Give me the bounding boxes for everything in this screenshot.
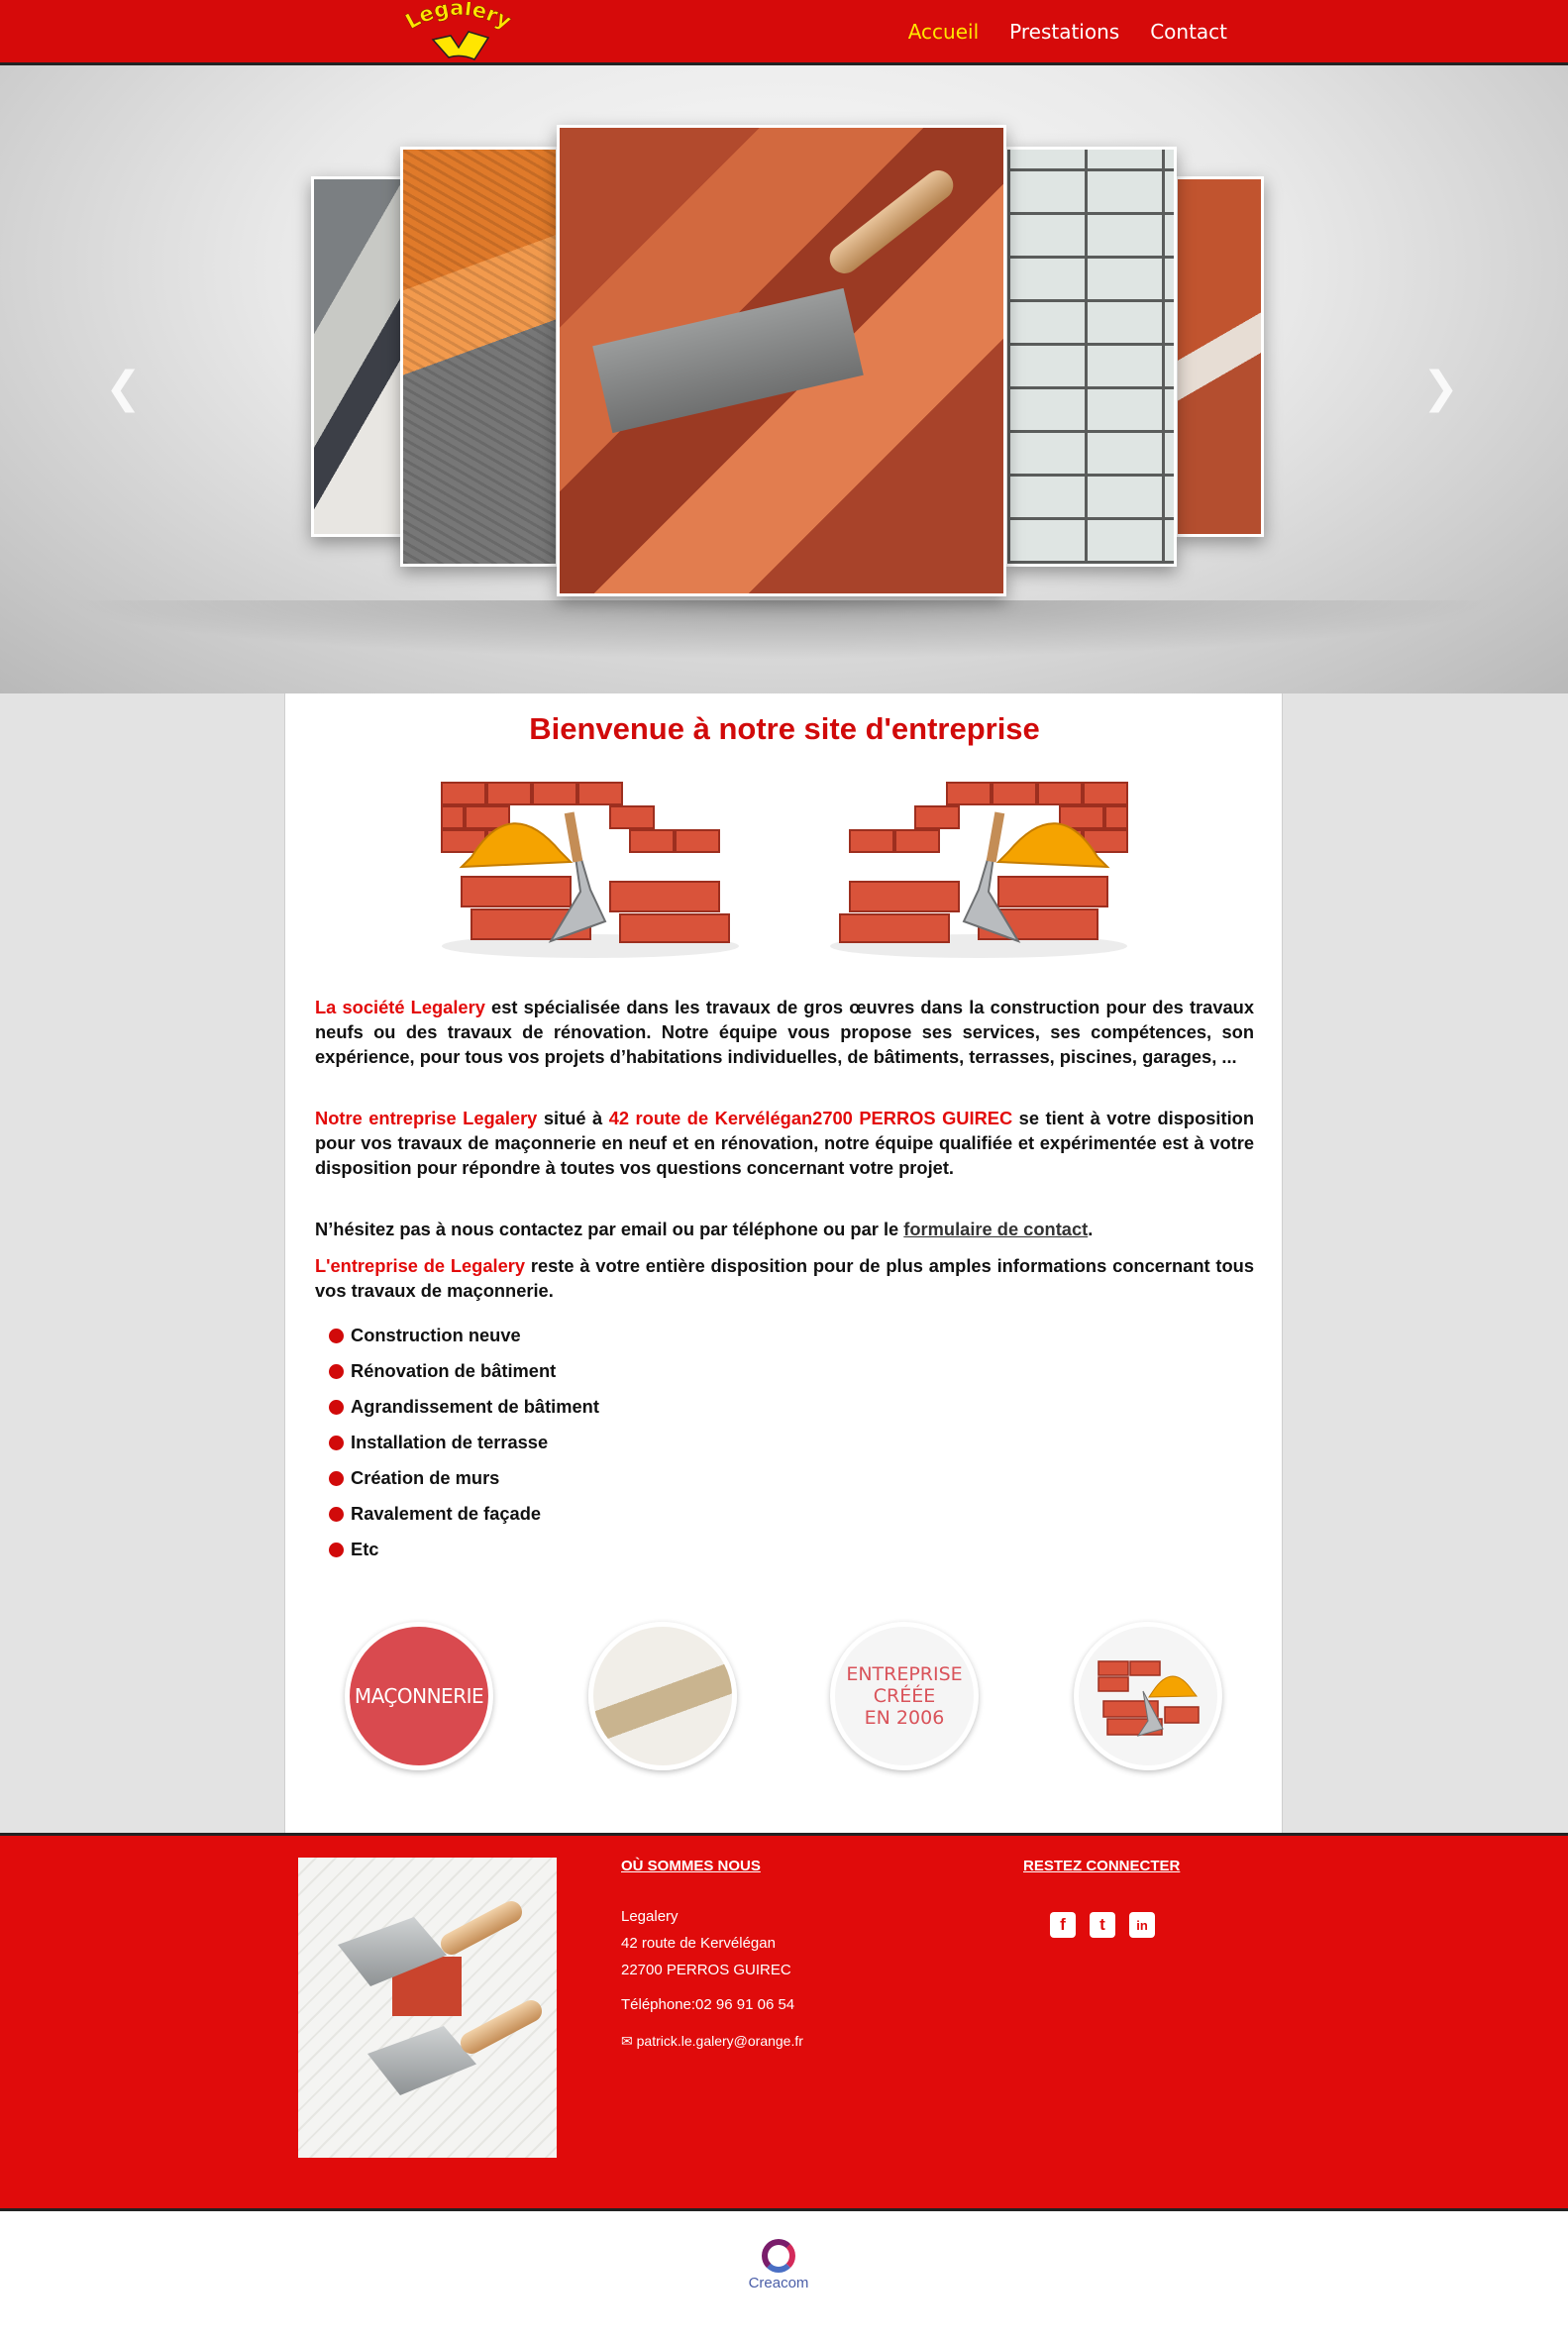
bullet-icon (329, 1328, 344, 1343)
contact-text: N’hésitez pas à nous contactez par email… (315, 1219, 904, 1239)
company-name-highlight: La société Legalery (315, 997, 485, 1017)
trowel-handle-image (823, 164, 960, 279)
envelope-icon: ✉ (621, 2033, 633, 2049)
bullet-icon (329, 1542, 344, 1557)
creacom-logo[interactable]: Creacom (739, 2239, 818, 2291)
social-links: f t in (1050, 1912, 1155, 1938)
services-list: Construction neuve Rénovation de bâtimen… (329, 1318, 599, 1567)
bullet-icon (329, 1363, 344, 1379)
service-label: Agrandissement de bâtiment (351, 1396, 599, 1417)
where-heading: OÙ SOMMES NOUS (621, 1858, 761, 1874)
badge-maconnerie[interactable]: MAÇONNERIE (345, 1622, 493, 1770)
badge-bricks-image[interactable] (1074, 1622, 1222, 1770)
nav-prestations[interactable]: Prestations (1009, 20, 1119, 44)
badge-line: ENTREPRISE (846, 1663, 963, 1685)
bullet-icon (329, 1470, 344, 1486)
chevron-left-icon[interactable]: ❮ (105, 363, 142, 413)
bullet-icon (329, 1435, 344, 1450)
company-highlight-2: L'entreprise de Legalery (315, 1255, 526, 1276)
company-highlight: Notre entreprise Legalery (315, 1108, 538, 1128)
list-item: Etc (329, 1532, 599, 1567)
top-navbar: Legalery Accueil Prestations Contact (0, 0, 1568, 65)
list-item: Ravalement de façade (329, 1496, 599, 1532)
carousel-slide-2[interactable] (400, 147, 559, 567)
list-item: Création de murs (329, 1460, 599, 1496)
legalery-logo[interactable]: Legalery (389, 2, 528, 63)
footer-email-row[interactable]: ✉ patrick.le.galery@orange.fr (621, 2028, 803, 2055)
footer-address-line2: 22700 PERROS GUIREC (621, 1962, 791, 1978)
contact-paragraph: N’hésitez pas à nous contactez par email… (315, 1217, 1254, 1241)
list-item: Rénovation de bâtiment (329, 1353, 599, 1389)
carousel-slide-5[interactable] (1175, 176, 1264, 537)
service-label: Installation de terrasse (351, 1432, 549, 1452)
bricks-mini-image (1098, 1660, 1200, 1737)
list-item: Agrandissement de bâtiment (329, 1389, 599, 1425)
contact-text-end: . (1088, 1219, 1094, 1239)
svg-text:Legalery: Legalery (401, 2, 515, 34)
nav-accueil[interactable]: Accueil (908, 20, 979, 44)
footer-phone[interactable]: Téléphone:02 96 91 06 54 (621, 1991, 794, 2018)
location-text-mid: situé à (537, 1108, 609, 1128)
carousel-slide-active[interactable] (557, 125, 1006, 596)
carousel-floor-shadow (59, 600, 1509, 660)
intro-paragraph: La société Legalery est spécialisée dans… (315, 995, 1254, 1069)
logo-text: Legalery (401, 2, 516, 34)
page-title: Bienvenue à notre site d'entreprise (529, 711, 1040, 746)
contact-form-link[interactable]: formulaire de contact (903, 1219, 1088, 1239)
service-label: Ravalement de façade (351, 1503, 542, 1524)
carousel-slide-4[interactable] (1004, 147, 1177, 567)
badge-tools-image[interactable] (588, 1622, 737, 1770)
location-paragraph: Notre entreprise Legalery situé à 42 rou… (315, 1106, 1254, 1180)
site-footer: OÙ SOMMES NOUS Legalery 42 route de Kerv… (0, 1833, 1568, 2211)
carousel-slide-1[interactable] (311, 176, 410, 537)
bullet-icon (329, 1506, 344, 1522)
main-nav: Accueil Prestations Contact (908, 0, 1227, 62)
nav-contact[interactable]: Contact (1150, 20, 1227, 44)
service-label: Etc (351, 1539, 379, 1559)
badge-founded[interactable]: ENTREPRISE CRÉÉE EN 2006 (830, 1622, 979, 1770)
address-highlight: 42 route de Kervélégan2700 PERROS GUIREC (608, 1108, 1013, 1128)
footer-address-line1: 42 route de Kervélégan (621, 1935, 776, 1952)
badge-founded-text: ENTREPRISE CRÉÉE EN 2006 (846, 1663, 962, 1729)
badge-line: CRÉÉE (873, 1685, 936, 1707)
service-label: Création de murs (351, 1467, 500, 1488)
twitter-icon[interactable]: t (1090, 1912, 1115, 1938)
main-content: Bienvenue à notre site d'entreprise La s… (284, 693, 1283, 1833)
footer-email[interactable]: patrick.le.galery@orange.fr (637, 2033, 803, 2049)
trowels-blueprint-image (298, 1858, 557, 2158)
image-carousel: ❮ ❯ (0, 65, 1568, 693)
bricks-helmet-image-left (441, 782, 739, 958)
availability-paragraph: L'entreprise de Legalery reste à votre e… (315, 1253, 1254, 1303)
service-label: Construction neuve (351, 1325, 521, 1345)
facebook-icon[interactable]: f (1050, 1912, 1076, 1938)
list-item: Construction neuve (329, 1318, 599, 1353)
trowel-blade-image (592, 287, 864, 434)
linkedin-icon[interactable]: in (1129, 1912, 1155, 1938)
bricks-helmet-image-right (830, 782, 1128, 958)
footer-company: Legalery (621, 1908, 679, 1925)
creacom-ring-icon (762, 2239, 795, 2273)
bullet-icon (329, 1399, 344, 1415)
list-item: Installation de terrasse (329, 1425, 599, 1460)
badge-line: EN 2006 (864, 1707, 945, 1729)
social-heading: RESTEZ CONNECTER (1023, 1858, 1181, 1874)
credits-bar: Creacom (0, 2211, 1568, 2343)
chevron-right-icon[interactable]: ❯ (1422, 363, 1459, 413)
badge-label: MAÇONNERIE (354, 1684, 484, 1708)
creacom-label: Creacom (748, 2275, 809, 2291)
service-label: Rénovation de bâtiment (351, 1360, 557, 1381)
